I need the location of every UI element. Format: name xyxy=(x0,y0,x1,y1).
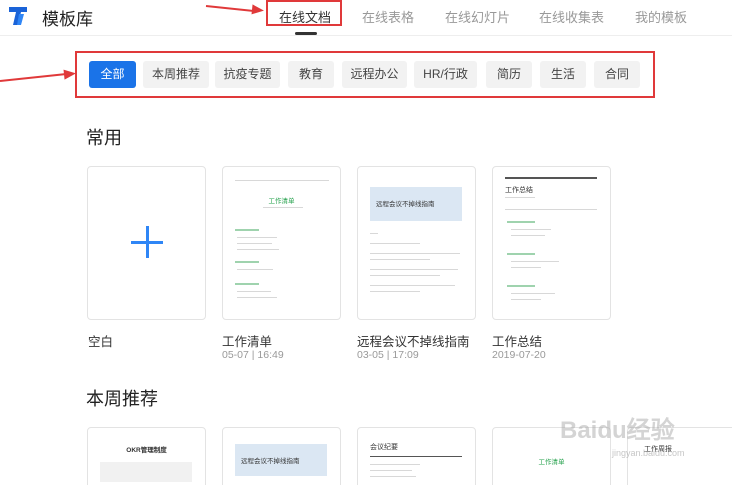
preview-line xyxy=(370,243,420,244)
preview-line xyxy=(263,207,303,208)
active-tab-indicator xyxy=(295,32,317,35)
preview-line xyxy=(370,275,440,276)
tab-online-sheets[interactable]: 在线表格 xyxy=(362,7,414,26)
preview-title: 会议纪要 xyxy=(370,444,398,451)
preview-line xyxy=(370,456,462,457)
preview-line xyxy=(235,283,259,285)
preview-banner: 远程会议不掉线指南 xyxy=(370,187,462,221)
preview-line xyxy=(511,229,551,230)
preview-line xyxy=(511,267,541,268)
preview-line xyxy=(237,297,277,298)
annotation-arrowhead-tab xyxy=(251,4,265,16)
section-title-weekly: 本周推荐 xyxy=(86,389,158,409)
tab-online-slides[interactable]: 在线幻灯片 xyxy=(445,7,510,26)
template-card-okr[interactable]: OKR管理制度 xyxy=(87,427,206,485)
preview-line xyxy=(237,269,273,270)
card-date-remote-meeting: 03-05 | 17:09 xyxy=(357,349,419,361)
template-card-work-summary[interactable]: 工作总结 xyxy=(492,166,611,320)
watermark: Baidu经验 xyxy=(560,417,675,444)
preview-line xyxy=(511,293,555,294)
template-card-blank[interactable] xyxy=(87,166,206,320)
preview-line xyxy=(370,269,458,270)
watermark-url: jingyan.baidu.com xyxy=(612,448,685,458)
preview-line xyxy=(237,249,279,250)
preview-line xyxy=(237,237,277,238)
category-weekly-picks[interactable]: 本周推荐 xyxy=(143,61,209,88)
card-name-remote-meeting: 远程会议不掉线指南 xyxy=(357,335,470,349)
template-card-remote-meeting[interactable]: 远程会议不掉线指南 xyxy=(357,166,476,320)
category-remote-work[interactable]: 远程办公 xyxy=(342,61,407,88)
preview-line xyxy=(507,253,535,255)
preview-title: 远程会议不掉线指南 xyxy=(241,458,300,465)
section-title-common: 常用 xyxy=(86,128,122,148)
card-date-work-summary: 2019-07-20 xyxy=(492,349,546,361)
preview-line xyxy=(511,299,541,300)
card-date-work-list: 05-07 | 16:49 xyxy=(222,349,284,361)
category-education[interactable]: 教育 xyxy=(288,61,334,88)
preview-line xyxy=(511,235,545,236)
card-name-blank: 空白 xyxy=(88,335,114,349)
template-card-work-list[interactable]: 工作清单 xyxy=(222,166,341,320)
preview-line xyxy=(235,229,259,231)
tab-online-forms[interactable]: 在线收集表 xyxy=(539,7,604,26)
category-hr-admin[interactable]: HR/行政 xyxy=(414,61,477,88)
preview-title: OKR管理制度 xyxy=(126,447,167,454)
preview-line xyxy=(507,285,535,287)
annotation-box-tab xyxy=(266,0,342,26)
card-name-work-summary: 工作总结 xyxy=(492,335,543,349)
top-bar: 模板库 在线文档 在线表格 在线幻灯片 在线收集表 我的模板 xyxy=(0,0,732,36)
preview-line xyxy=(370,285,455,286)
plus-icon-vertical xyxy=(146,226,149,258)
preview-banner: 远程会议不掉线指南 xyxy=(235,444,327,476)
preview-title: 工作清单 xyxy=(538,459,565,466)
preview-line xyxy=(505,177,597,179)
preview-line xyxy=(370,470,412,471)
preview-line xyxy=(370,253,460,254)
template-card-meeting-minutes[interactable]: 会议纪要 xyxy=(357,427,476,485)
annotation-arrow-categories xyxy=(0,72,68,82)
app-title: 模板库 xyxy=(42,10,93,29)
tab-my-templates[interactable]: 我的模板 xyxy=(635,7,687,26)
preview-line xyxy=(370,291,420,292)
template-card-remote-meeting-2[interactable]: 远程会议不掉线指南 xyxy=(222,427,341,485)
preview-line xyxy=(511,261,559,262)
category-life[interactable]: 生活 xyxy=(540,61,586,88)
preview-line xyxy=(505,197,535,198)
preview-line xyxy=(235,180,329,181)
category-anti-epidemic[interactable]: 抗疫专题 xyxy=(215,61,280,88)
preview-line xyxy=(370,476,416,477)
preview-line xyxy=(235,261,259,263)
preview-title: 工作总结 xyxy=(505,187,533,194)
preview-line xyxy=(505,209,597,210)
category-contract[interactable]: 合同 xyxy=(594,61,640,88)
category-all[interactable]: 全部 xyxy=(89,61,136,88)
preview-title: 工作清单 xyxy=(268,198,295,205)
card-name-work-list: 工作清单 xyxy=(222,335,273,349)
preview-line xyxy=(370,464,420,465)
preview-table xyxy=(100,462,192,482)
preview-line xyxy=(370,259,430,260)
preview-line xyxy=(507,221,535,223)
annotation-arrowhead-categories xyxy=(63,68,77,80)
app-logo-icon xyxy=(9,7,27,25)
preview-line xyxy=(370,233,378,234)
preview-line xyxy=(237,291,271,292)
preview-line xyxy=(237,243,272,244)
preview-title: 远程会议不掉线指南 xyxy=(376,201,435,208)
category-resume[interactable]: 简历 xyxy=(486,61,532,88)
